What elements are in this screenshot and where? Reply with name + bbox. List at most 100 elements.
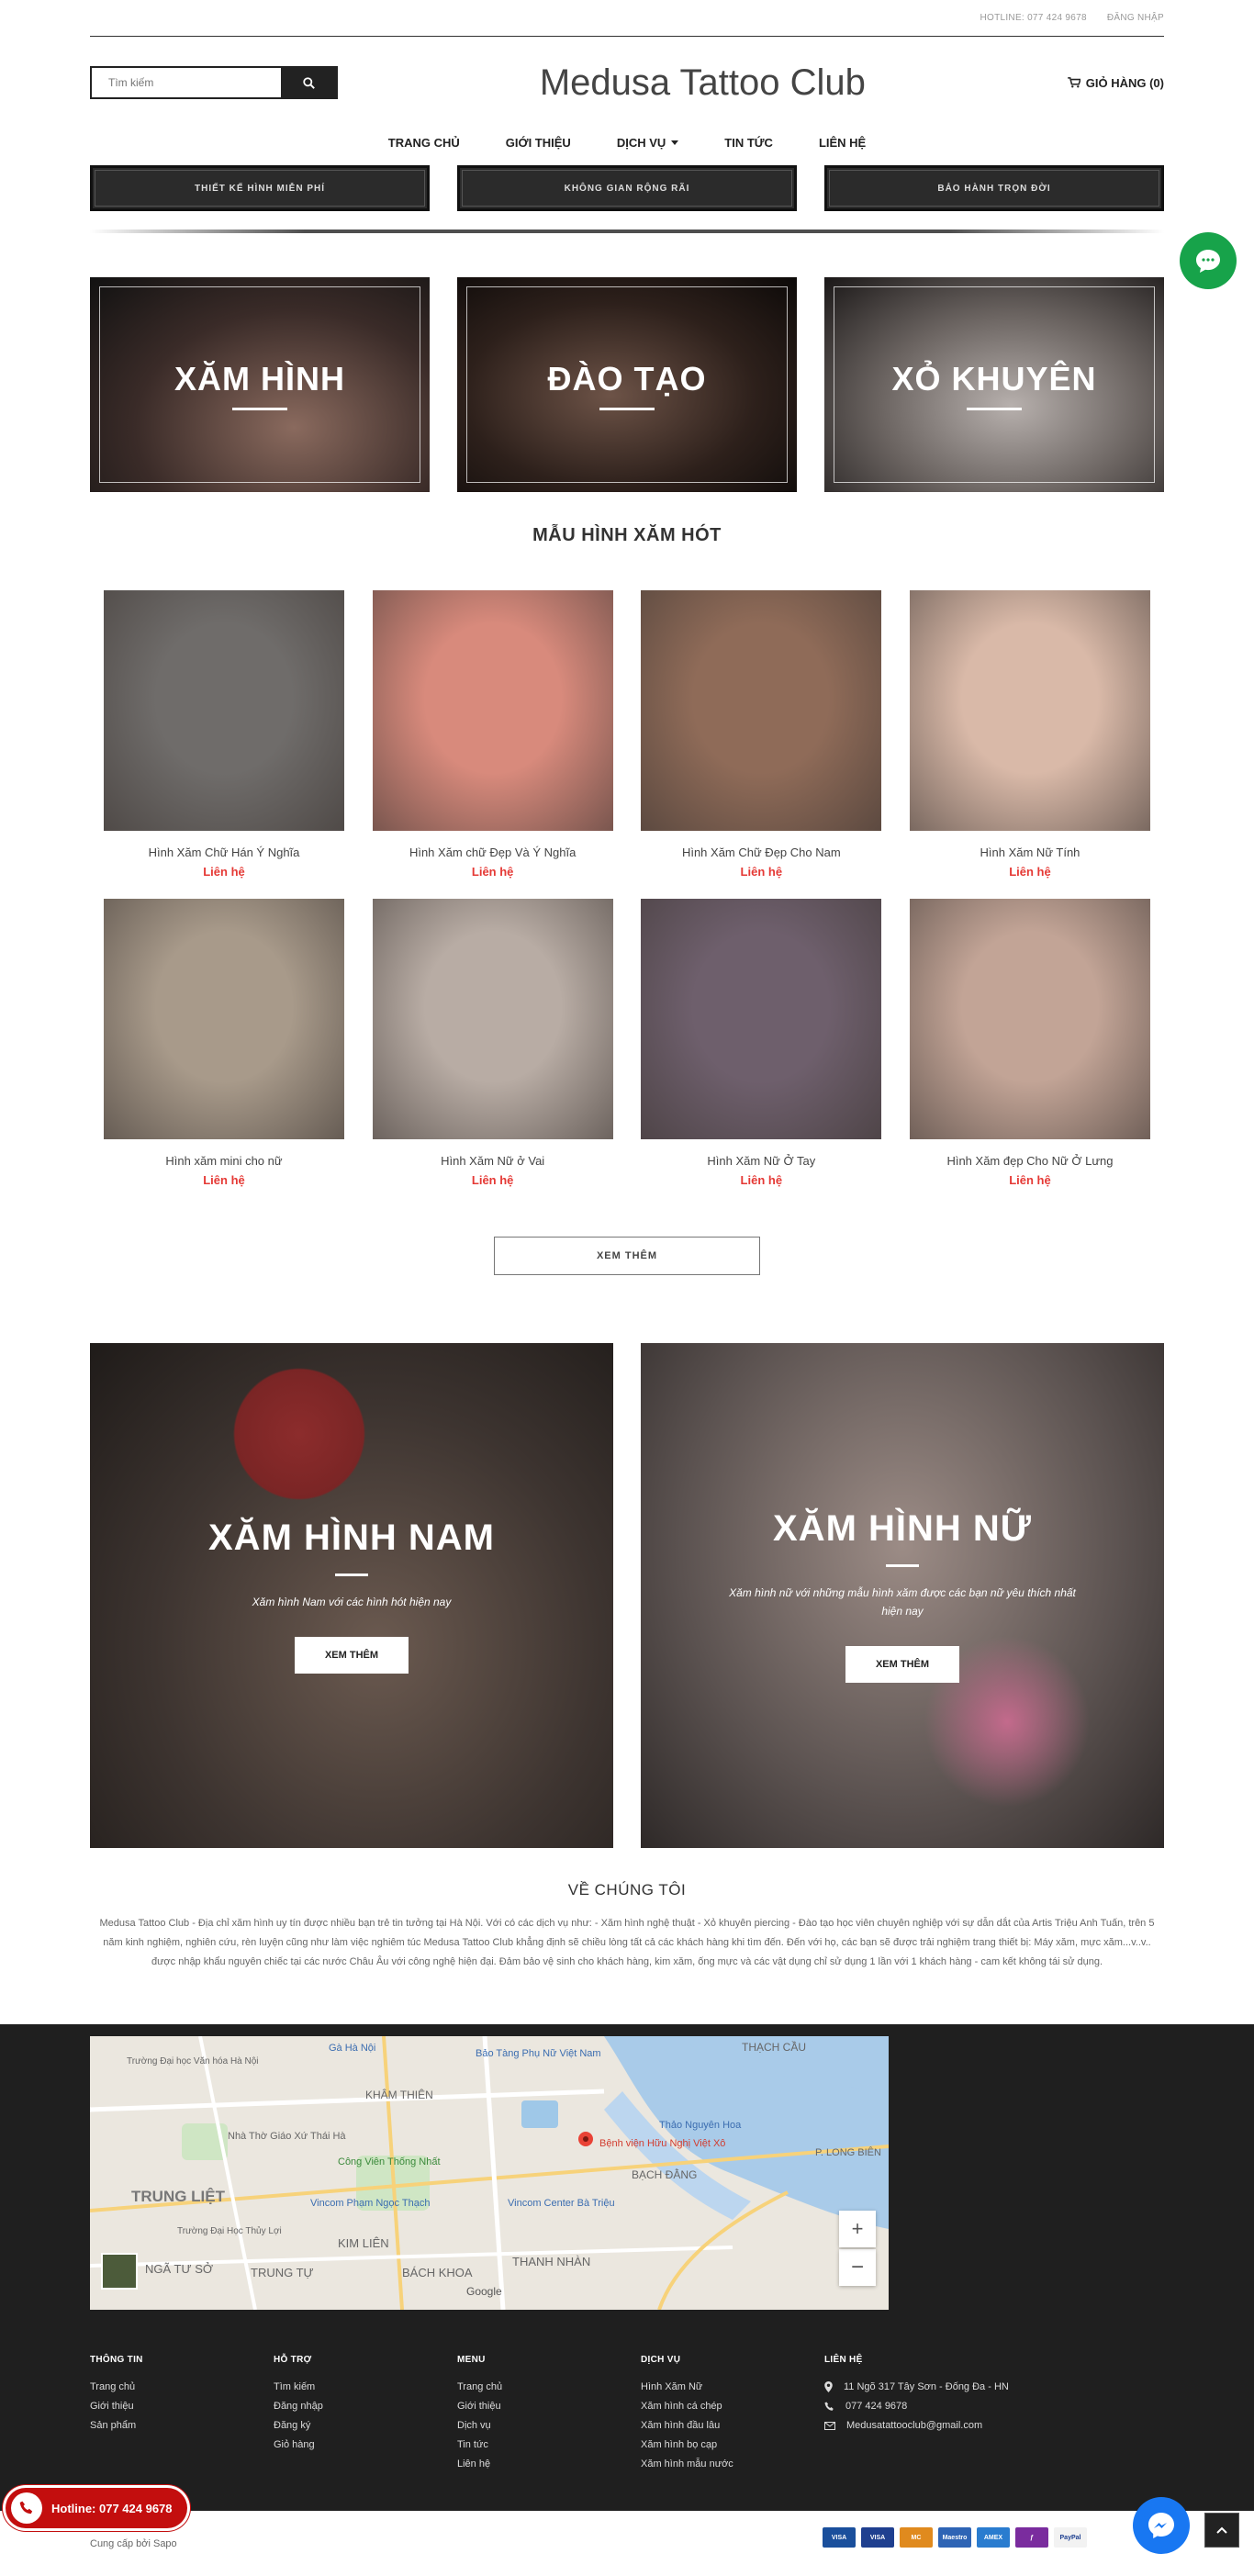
map-label: Google: [466, 2285, 502, 2298]
footer-link[interactable]: Liên hệ: [457, 2458, 641, 2470]
product-image[interactable]: [641, 899, 882, 1139]
product-name[interactable]: Hình Xăm Nữ Ở Tay: [641, 1154, 881, 1168]
footer-link[interactable]: Giới thiệu: [90, 2401, 274, 2412]
site-logo[interactable]: Medusa Tattoo Club: [540, 62, 866, 104]
view-more-button[interactable]: XEM THÊM: [494, 1237, 760, 1275]
hotline-float-button[interactable]: Hotline: 077 424 9678: [6, 2488, 187, 2528]
hotline-float-text: Hotline: 077 424 9678: [51, 2501, 173, 2515]
product-name[interactable]: Hình Xăm Nữ ở Vai: [373, 1154, 613, 1168]
footer-link[interactable]: Giỏ hàng: [274, 2439, 457, 2450]
footer-col-support: HỖ TRỢ Tìm kiếm Đăng nhập Đăng ký Giỏ hà…: [274, 2355, 457, 2478]
product-image[interactable]: [909, 899, 1150, 1139]
map-zoom-out-button[interactable]: −: [839, 2249, 876, 2286]
map-label: Bệnh viện Hữu Nghị Việt Xô: [599, 2138, 725, 2149]
search-button[interactable]: [281, 68, 336, 97]
payment-label: VISA: [869, 2534, 886, 2541]
nav-item-contact[interactable]: LIÊN HỆ: [819, 136, 866, 150]
promo-warranty: BẢO HÀNH TRỌN ĐỜI: [824, 165, 1164, 211]
footer-link[interactable]: Sản phẩm: [90, 2420, 274, 2431]
footer-col-title: THÔNG TIN: [90, 2355, 143, 2365]
footer-link[interactable]: Hình Xăm Nữ: [641, 2381, 824, 2392]
product-name[interactable]: Hình xăm mini cho nữ: [104, 1154, 344, 1168]
footer-link[interactable]: Trang chủ: [90, 2381, 274, 2392]
nav-item-about[interactable]: GIỚI THIỆU: [506, 136, 571, 150]
product-name[interactable]: Hình Xăm Nữ Tính: [910, 846, 1150, 859]
footer-col-title: LIÊN HỆ: [824, 2355, 863, 2365]
footer-link[interactable]: Đăng ký: [274, 2420, 457, 2431]
product-card[interactable]: Hình Xăm đẹp Cho Nữ Ở Lưng Liên hệ: [909, 899, 1150, 1187]
main-nav: TRANG CHỦ GIỚI THIỆU DỊCH VỤ TIN TỨC LIÊ…: [90, 129, 1164, 156]
contact-phone[interactable]: 077 424 9678: [824, 2401, 1164, 2412]
footer-link[interactable]: Xăm hình mẫu nước: [641, 2458, 824, 2470]
product-image[interactable]: [372, 899, 613, 1139]
about-text: Medusa Tattoo Club - Địa chỉ xăm hình uy…: [99, 1918, 1155, 1967]
footer-link[interactable]: Xăm hình đầu lâu: [641, 2420, 824, 2431]
product-image[interactable]: [641, 590, 882, 831]
product-card[interactable]: Hình xăm mini cho nữ Liên hệ: [104, 899, 344, 1187]
nav-item-services[interactable]: DỊCH VỤ: [617, 136, 679, 150]
search-input[interactable]: [92, 68, 281, 97]
footer-col-title: DỊCH VỤ: [641, 2355, 681, 2365]
map-label: BẠCH ĐẰNG: [632, 2167, 697, 2181]
messenger-button[interactable]: [1133, 2497, 1190, 2554]
map-label: THẠCH CẦU: [742, 2040, 806, 2054]
payment-maestro-icon: Maestro: [938, 2527, 971, 2548]
chat-widget-button[interactable]: [1180, 232, 1237, 289]
banner-training[interactable]: ĐÀO TẠO: [457, 277, 797, 492]
nav-item-news[interactable]: TIN TỨC: [724, 136, 773, 150]
footer-link[interactable]: Giới thiệu: [457, 2401, 641, 2412]
product-price: Liên hệ: [740, 1173, 783, 1187]
banner-piercing[interactable]: XỎ KHUYÊN: [824, 277, 1164, 492]
footer-link[interactable]: Xăm hình cá chép: [641, 2401, 824, 2412]
footer-link[interactable]: Trang chủ: [457, 2381, 641, 2392]
footer-col-contact: LIÊN HỆ 11 Ngõ 317 Tây Sơn - Đống Đa - H…: [824, 2355, 1164, 2478]
footer-link[interactable]: Đăng nhập: [274, 2401, 457, 2412]
service-banners: XĂM HÌNH ĐÀO TẠO XỎ KHUYÊN: [90, 277, 1164, 492]
back-to-top-button[interactable]: [1204, 2513, 1239, 2548]
map-marker-icon: [824, 2381, 833, 2392]
product-price: Liên hệ: [1009, 865, 1051, 879]
men-view-more-button[interactable]: XEM THÊM: [295, 1637, 409, 1674]
footer-link[interactable]: Xăm hình bọ cạp: [641, 2439, 824, 2450]
map-label: Nhà Thờ Giáo Xứ Thái Hà: [228, 2131, 346, 2142]
footer-col-info: THÔNG TIN Trang chủ Giới thiệu Sản phẩm: [90, 2355, 274, 2478]
map-zoom-in-button[interactable]: +: [839, 2211, 876, 2247]
map-label: Vincom Phạm Ngọc Thạch: [310, 2198, 430, 2209]
product-name[interactable]: Hình Xăm Chữ Hán Ý Nghĩa: [104, 846, 344, 859]
map-label: KIM LIÊN: [338, 2236, 389, 2250]
product-card[interactable]: Hình Xăm Chữ Hán Ý Nghĩa Liên hệ: [104, 590, 344, 879]
women-view-more-button[interactable]: XEM THÊM: [845, 1646, 959, 1684]
payment-skrill-icon: ƒ: [1015, 2527, 1048, 2548]
footer-link[interactable]: Tìm kiếm: [274, 2381, 457, 2392]
banner-tattoo[interactable]: XĂM HÌNH: [90, 277, 430, 492]
product-image[interactable]: [104, 899, 344, 1139]
footer-link[interactable]: Dịch vụ: [457, 2420, 641, 2431]
location-map[interactable]: Gà Hà Nội Bảo Tàng Phụ Nữ Việt Nam THẠCH…: [90, 2036, 889, 2310]
payment-visa-icon: VISA: [823, 2527, 856, 2548]
nav-item-home[interactable]: TRANG CHỦ: [388, 136, 460, 150]
product-card[interactable]: Hình Xăm Nữ ở Vai Liên hệ: [372, 899, 613, 1187]
product-name[interactable]: Hình Xăm Chữ Đẹp Cho Nam: [641, 846, 881, 859]
product-name[interactable]: Hình Xăm chữ Đẹp Và Ý Nghĩa: [373, 846, 613, 859]
product-image[interactable]: [909, 590, 1150, 831]
footer-col-menu: MENU Trang chủ Giới thiệu Dịch vụ Tin tứ…: [457, 2355, 641, 2478]
product-name[interactable]: Hình Xăm đẹp Cho Nữ Ở Lưng: [910, 1154, 1150, 1168]
product-card[interactable]: Hình Xăm Chữ Đẹp Cho Nam Liên hệ: [641, 590, 882, 879]
map-label: TRUNG LIỆT: [131, 2188, 226, 2205]
hot-section-title: MẪU HÌNH XĂM HÓT: [532, 525, 722, 545]
satellite-toggle[interactable]: [101, 2253, 138, 2290]
product-image[interactable]: [104, 590, 344, 831]
promo-strip: THIẾT KẾ HÌNH MIỄN PHÍ KHÔNG GIAN RỘNG R…: [90, 165, 1164, 211]
login-link[interactable]: ĐĂNG NHẬP: [1107, 13, 1164, 23]
cart-link[interactable]: GIỎ HÀNG (0): [1067, 76, 1164, 90]
product-image[interactable]: [372, 590, 613, 831]
contact-email[interactable]: Medusatattooclub@gmail.com: [824, 2420, 1164, 2431]
map-label: Trường Đại Học Thủy Lợi: [177, 2225, 282, 2236]
payment-label: ƒ: [1030, 2534, 1034, 2541]
footer: Gà Hà Nội Bảo Tàng Phụ Nữ Việt Nam THẠCH…: [0, 2024, 1254, 2511]
product-card[interactable]: Hình Xăm chữ Đẹp Và Ý Nghĩa Liên hệ: [372, 590, 613, 879]
product-card[interactable]: Hình Xăm Nữ Ở Tay Liên hệ: [641, 899, 882, 1187]
product-card[interactable]: Hình Xăm Nữ Tính Liên hệ: [909, 590, 1150, 879]
payment-paypal-icon: PayPal: [1054, 2527, 1087, 2548]
footer-link[interactable]: Tin tức: [457, 2439, 641, 2450]
